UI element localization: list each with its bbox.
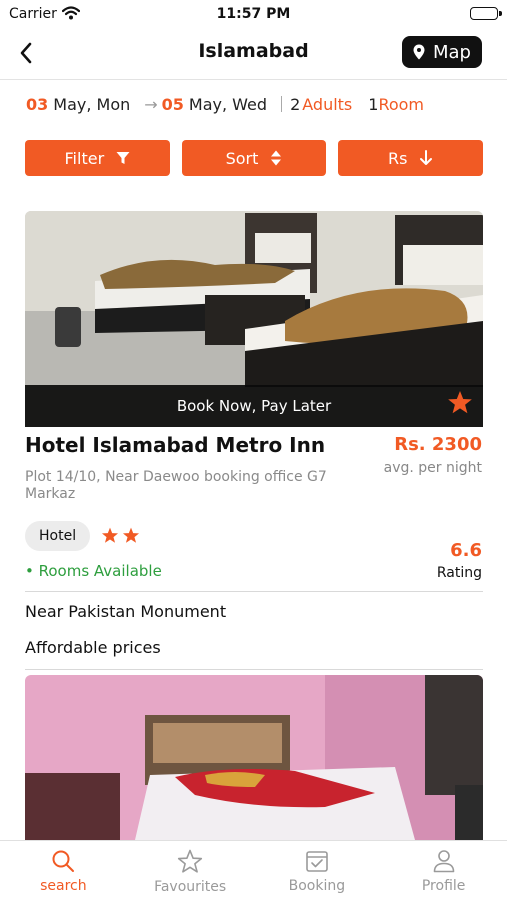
filter-icon	[116, 152, 130, 164]
adults-label: Adults	[302, 94, 353, 114]
promo-banner: Book Now, Pay Later	[25, 385, 483, 427]
tab-label: search	[40, 878, 87, 894]
favourite-star-icon[interactable]	[447, 390, 473, 419]
tab-booking[interactable]: Booking	[254, 841, 381, 900]
promo-banner-label: Book Now, Pay Later	[176, 397, 332, 415]
price-sort-button[interactable]: Rs	[338, 140, 484, 176]
search-summary[interactable]: 03 May, Mon → 05 May, Wed 2 Adults 1 Roo…	[26, 92, 486, 116]
profile-icon	[433, 850, 454, 873]
tab-label: Profile	[421, 878, 466, 894]
star-icon	[178, 849, 203, 873]
search-icon	[52, 850, 75, 872]
status-bar: Carrier 11:57 PM	[0, 0, 507, 28]
action-bar: Filter Sort Rs	[25, 140, 484, 176]
divider	[25, 669, 483, 670]
sort-icon	[271, 150, 282, 166]
feature-item: Affordable prices	[25, 638, 161, 657]
hotel-photo[interactable]: Book Now, Pay Later	[25, 211, 483, 427]
battery-icon	[470, 7, 502, 20]
hotel-name[interactable]: Hotel Islamabad Metro Inn	[25, 433, 325, 457]
filter-button-label: Filter	[64, 148, 105, 168]
tab-label: Favourites	[154, 879, 227, 895]
checkin-day: 03	[26, 94, 49, 114]
hotel-address: Plot 14/10, Near Daewoo booking office G…	[25, 469, 327, 502]
checkout-date: May, Wed	[188, 94, 268, 114]
tab-label: Booking	[288, 878, 346, 894]
currency-label: Rs	[387, 148, 408, 168]
rating-score: 6.6	[450, 540, 482, 561]
filter-button[interactable]: Filter	[25, 140, 170, 176]
property-type-label: Hotel	[39, 528, 77, 544]
hotel-price: Rs. 2300	[394, 434, 482, 455]
feature-item: Near Pakistan Monument	[25, 602, 227, 621]
tab-search[interactable]: search	[0, 841, 127, 900]
tab-favourites[interactable]: Favourites	[127, 841, 254, 900]
hotel-room-image	[25, 675, 483, 840]
summary-divider	[281, 96, 283, 112]
checkout-day: 05	[161, 94, 184, 114]
availability-status: • Rooms Available	[25, 562, 162, 580]
arrow-down-icon	[420, 150, 433, 165]
adults-count: 2	[290, 94, 301, 114]
star-icon	[122, 527, 140, 543]
star-icon	[101, 527, 119, 543]
sort-button-label: Sort	[225, 148, 259, 168]
map-button-label: Map	[433, 41, 471, 63]
rating-label: Rating	[436, 565, 482, 581]
rooms-label: Room	[378, 94, 425, 114]
rooms-count: 1	[368, 94, 379, 114]
status-time: 11:57 PM	[216, 6, 291, 22]
navigation-bar: Islamabad Map	[0, 28, 507, 80]
hotel-photo[interactable]	[25, 675, 483, 840]
checkin-date: May, Mon	[53, 94, 131, 114]
map-button[interactable]: Map	[402, 36, 482, 68]
tab-bar: search Favourites Booking Profile	[0, 840, 507, 900]
sort-button[interactable]: Sort	[181, 140, 327, 176]
property-type-badge: Hotel	[25, 521, 91, 551]
location-pin-icon	[413, 44, 425, 60]
hotel-star-rating	[101, 527, 140, 544]
price-unit: avg. per night	[383, 460, 482, 476]
tab-profile[interactable]: Profile	[380, 841, 507, 900]
booking-icon	[306, 851, 328, 872]
arrow-right-icon: →	[144, 94, 158, 114]
divider	[25, 591, 483, 592]
